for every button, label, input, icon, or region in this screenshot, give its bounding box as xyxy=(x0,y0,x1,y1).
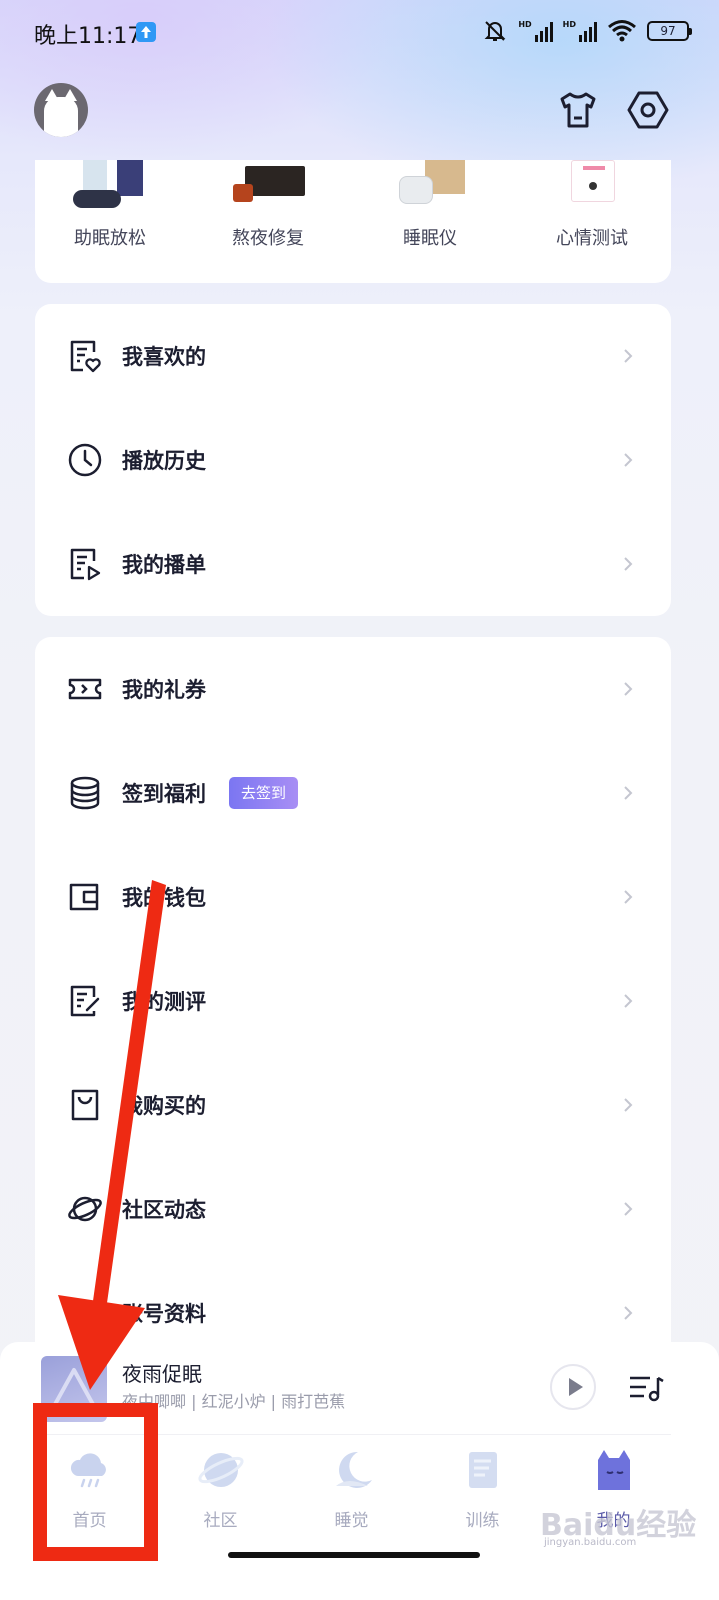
chevron-right-icon xyxy=(624,557,633,571)
settings-hexagon-icon[interactable] xyxy=(626,88,670,132)
shop-item-label: 睡眠仪 xyxy=(403,228,457,249)
chevron-right-icon xyxy=(624,1202,633,1216)
chevron-right-icon xyxy=(624,786,633,800)
tab-label: 首页 xyxy=(72,1511,107,1531)
ticket-icon xyxy=(68,678,102,700)
menu-item-label: 我的礼券 xyxy=(122,678,206,702)
bottom-panel: 夜雨促眠 夜中唧唧 | 红泥小炉 | 雨打芭蕉 首页 社区 睡觉 训练 我的 xyxy=(0,1342,719,1600)
playlist-doc-icon xyxy=(70,548,101,581)
planet-icon xyxy=(197,1453,244,1487)
mute-bell-icon xyxy=(484,21,506,41)
tab-sleep[interactable]: 睡觉 xyxy=(286,1446,417,1531)
shop-item-mood-test[interactable]: 心情测试 xyxy=(517,160,667,250)
track-tags: 夜中唧唧 | 红泥小炉 | 雨打芭蕉 xyxy=(122,1392,346,1411)
menu-item-label: 账号资料 xyxy=(122,1302,206,1326)
shirt-icon[interactable] xyxy=(556,88,600,132)
checkin-badge[interactable]: 去签到 xyxy=(229,777,299,809)
menu-item-label: 社区动态 xyxy=(122,1198,206,1222)
shop-item-label: 熬夜修复 xyxy=(232,228,304,249)
late-night-repair-product-image xyxy=(193,160,343,218)
rain-cloud-icon xyxy=(70,1453,106,1488)
sleep-relax-product-image xyxy=(35,160,185,218)
wifi-icon xyxy=(608,20,636,42)
menu-item-coupons[interactable]: 我的礼券 xyxy=(35,637,671,741)
menu-item-label: 我购买的 xyxy=(122,1094,206,1118)
shop-item-label: 助眠放松 xyxy=(74,228,146,249)
edit-doc-icon xyxy=(70,985,100,1017)
menu-group-2: 我的礼券 签到福利 去签到 我的钱包 我的测评 我购买的 社区动态 账号资料 xyxy=(35,637,671,1367)
triangle-logo-icon xyxy=(51,1368,97,1410)
moon-icon xyxy=(335,1451,372,1488)
divider xyxy=(37,1434,671,1435)
menu-item-label: 我喜欢的 xyxy=(122,345,206,369)
chevron-right-icon xyxy=(624,1098,633,1112)
upload-notification-icon xyxy=(136,22,156,42)
play-button[interactable] xyxy=(550,1364,596,1410)
track-cover[interactable] xyxy=(41,1356,107,1422)
tab-label: 社区 xyxy=(203,1511,238,1531)
tab-home[interactable]: 首页 xyxy=(24,1446,155,1531)
wallet-icon xyxy=(69,883,99,911)
menu-item-label: 我的播单 xyxy=(122,553,206,577)
status-time: 晚上11:17 xyxy=(34,24,142,49)
chevron-right-icon xyxy=(624,453,633,467)
coins-icon xyxy=(70,776,100,810)
mood-test-product-image xyxy=(517,160,667,218)
tab-label: 训练 xyxy=(465,1511,500,1531)
shopping-bag-icon xyxy=(71,1089,99,1121)
shop-item-label: 心情测试 xyxy=(556,228,628,249)
planet-icon xyxy=(68,1196,102,1222)
chevron-right-icon xyxy=(624,1306,633,1320)
chevron-right-icon xyxy=(624,994,633,1008)
battery-indicator: 97 xyxy=(647,21,692,41)
menu-item-favorites[interactable]: 我喜欢的 xyxy=(35,304,671,408)
chevron-right-icon xyxy=(624,349,633,363)
playlist-icon[interactable] xyxy=(628,1374,664,1402)
menu-item-community-activity[interactable]: 社区动态 xyxy=(35,1157,671,1261)
menu-item-label: 我的测评 xyxy=(122,990,206,1014)
menu-item-history[interactable]: 播放历史 xyxy=(35,408,671,512)
menu-item-label: 播放历史 xyxy=(122,449,206,473)
profile-icon xyxy=(71,1299,99,1328)
cat-icon xyxy=(597,1450,630,1490)
menu-item-label: 签到福利 xyxy=(122,782,206,806)
chevron-right-icon xyxy=(624,890,633,904)
notebook-icon xyxy=(468,1452,497,1488)
shop-item-sleep-relax[interactable]: 助眠放松 xyxy=(35,160,185,250)
sleep-device-product-image xyxy=(355,160,505,218)
shop-item-late-night-repair[interactable]: 熬夜修复 xyxy=(193,160,343,250)
menu-item-purchases[interactable]: 我购买的 xyxy=(35,1053,671,1157)
menu-item-assessments[interactable]: 我的测评 xyxy=(35,949,671,1053)
status-bar: 晚上11:17 HD HD 97 xyxy=(0,0,719,66)
menu-item-label: 我的钱包 xyxy=(122,886,206,910)
clock-icon xyxy=(68,443,102,477)
menu-group-1: 我喜欢的 播放历史 我的播单 xyxy=(35,304,671,616)
watermark-url: jingyan.baidu.com xyxy=(544,1537,637,1548)
track-title[interactable]: 夜雨促眠 xyxy=(122,1358,202,1387)
favorite-list-icon xyxy=(70,340,101,373)
home-indicator[interactable] xyxy=(228,1552,480,1558)
tab-training[interactable]: 训练 xyxy=(417,1446,548,1531)
chevron-right-icon xyxy=(624,682,633,696)
avatar[interactable] xyxy=(34,83,88,137)
shop-card: 助眠放松 熬夜修复 睡眠仪 心情测试 xyxy=(35,160,671,283)
shop-item-sleep-device[interactable]: 睡眠仪 xyxy=(355,160,505,250)
menu-item-wallet[interactable]: 我的钱包 xyxy=(35,845,671,949)
signal-icon-1: HD xyxy=(518,20,553,42)
menu-item-playlists[interactable]: 我的播单 xyxy=(35,512,671,616)
signal-icon-2: HD xyxy=(563,20,597,42)
menu-item-checkin[interactable]: 签到福利 去签到 xyxy=(35,741,671,845)
tab-community[interactable]: 社区 xyxy=(155,1446,286,1531)
tab-label: 睡觉 xyxy=(334,1511,369,1531)
